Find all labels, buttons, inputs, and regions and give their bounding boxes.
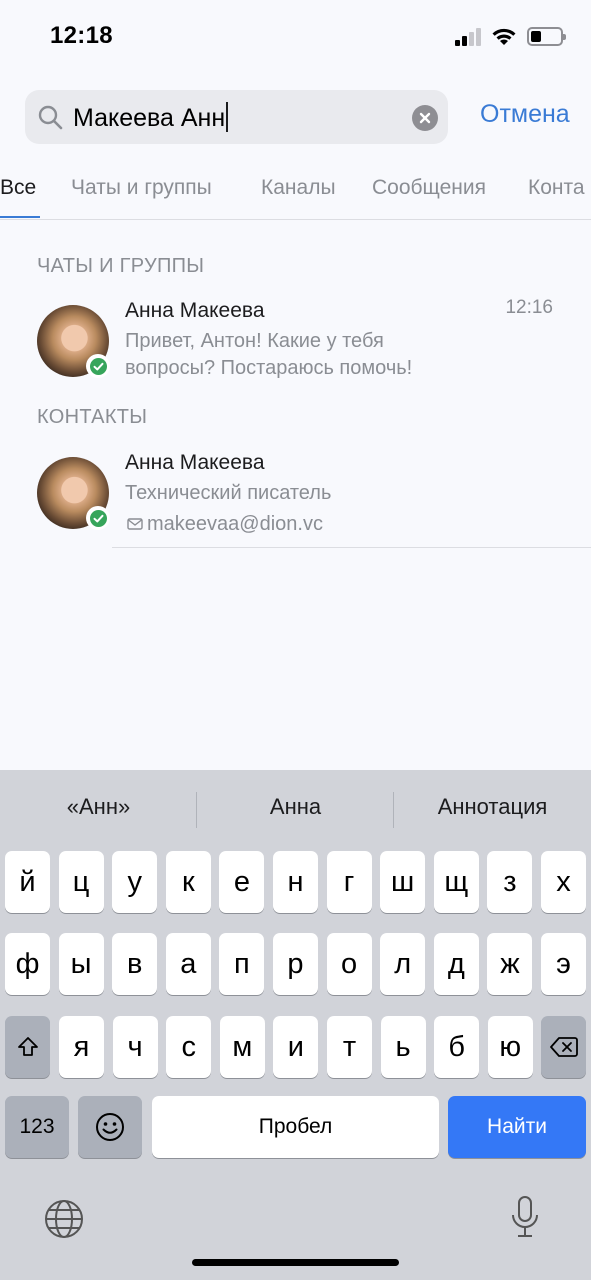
letter-key[interactable]: в (112, 933, 158, 995)
active-tab-indicator (0, 216, 40, 218)
search-field[interactable]: Макеева Анн (25, 90, 448, 144)
clear-search-icon[interactable] (412, 105, 438, 131)
search-query: Макеева Анн (73, 104, 226, 132)
section-title-contacts: КОНТАКТЫ (37, 406, 148, 428)
suggestion-2[interactable]: Анна (197, 794, 394, 820)
divider (112, 547, 591, 548)
letter-key[interactable]: р (273, 933, 318, 995)
letter-key[interactable]: щ (433, 851, 479, 913)
letter-key[interactable]: п (219, 933, 265, 995)
letter-key[interactable]: т (327, 1016, 372, 1078)
status-icons (455, 26, 566, 46)
avatar (37, 457, 110, 530)
letter-key[interactable]: а (165, 933, 211, 995)
letter-key[interactable]: э (541, 933, 586, 995)
home-indicator (192, 1259, 399, 1266)
letter-key[interactable]: е (219, 851, 265, 913)
letter-key[interactable]: ь (380, 1016, 426, 1078)
letter-key[interactable]: ш (380, 851, 426, 913)
numbers-key[interactable]: 123 (5, 1096, 69, 1158)
cellular-signal-icon (455, 26, 481, 46)
section-title-chats: ЧАТЫ И ГРУППЫ (37, 255, 205, 277)
letter-key[interactable]: ф (5, 933, 50, 995)
contact-name: Анна Макеева (125, 451, 265, 474)
letter-key[interactable]: н (273, 851, 318, 913)
space-key[interactable]: Пробел (152, 1096, 439, 1158)
battery-icon (527, 26, 566, 46)
letter-key[interactable]: д (433, 933, 479, 995)
letter-key[interactable]: и (273, 1016, 319, 1078)
letter-key[interactable]: з (487, 851, 533, 913)
contact-result-item[interactable]: Анна Макеева Технический писатель makeev… (0, 447, 591, 548)
chat-message-line-2: вопросы? Постараюсь помочь! (125, 357, 413, 379)
letter-key[interactable]: ы (58, 933, 104, 995)
letter-key[interactable]: к (165, 851, 211, 913)
letter-key[interactable]: я (59, 1016, 104, 1078)
keyboard: «Анн» Анна Аннотация йцукенгшщзх фывапро… (0, 770, 591, 1280)
tab-all[interactable]: Все (0, 176, 36, 200)
email-icon (127, 518, 143, 530)
tab-chats-groups[interactable]: Чаты и группы (71, 176, 212, 200)
online-status-icon (86, 354, 110, 378)
letter-key[interactable]: й (5, 851, 50, 913)
avatar (37, 305, 110, 378)
chat-name: Анна Макеева (125, 299, 265, 322)
chat-result-item[interactable]: Анна Макеева 12:16 Привет, Антон! Какие … (0, 295, 591, 390)
letter-key[interactable]: б (434, 1016, 480, 1078)
letter-key[interactable]: л (380, 933, 426, 995)
globe-icon[interactable] (43, 1198, 85, 1240)
contact-position: Технический писатель (125, 482, 332, 504)
search-tabs: Все Чаты и группы Каналы Сообщения Конта (0, 170, 591, 220)
chat-message-line-1: Привет, Антон! Какие у тебя (125, 330, 384, 352)
shift-key[interactable] (5, 1016, 50, 1078)
letter-key[interactable]: х (541, 851, 586, 913)
backspace-key[interactable] (541, 1016, 586, 1078)
chat-time: 12:16 (505, 297, 553, 318)
tab-channels[interactable]: Каналы (261, 176, 336, 200)
status-time: 12:18 (50, 22, 113, 49)
suggestion-bar: «Анн» Анна Аннотация (0, 770, 591, 848)
suggestion-3[interactable]: Аннотация (394, 794, 591, 820)
letter-key[interactable]: с (166, 1016, 212, 1078)
status-bar: 12:18 (0, 0, 591, 76)
search-input[interactable]: Макеева Анн (73, 90, 229, 144)
letter-key[interactable]: ц (58, 851, 104, 913)
microphone-icon[interactable] (508, 1194, 542, 1240)
tab-contacts[interactable]: Конта (528, 176, 585, 200)
letter-key[interactable]: м (219, 1016, 265, 1078)
wifi-icon (492, 28, 516, 45)
suggestion-1[interactable]: «Анн» (0, 794, 197, 820)
letter-key[interactable]: у (112, 851, 158, 913)
tab-messages[interactable]: Сообщения (372, 176, 486, 200)
letter-key[interactable]: г (326, 851, 372, 913)
contact-email: makeevaa@dion.vc (147, 513, 323, 535)
letter-key[interactable]: ю (487, 1016, 533, 1078)
text-caret (226, 102, 229, 133)
search-icon (38, 105, 63, 130)
search-go-key[interactable]: Найти (448, 1096, 586, 1158)
letter-key[interactable]: ж (487, 933, 533, 995)
letter-key[interactable]: ч (112, 1016, 158, 1078)
letter-key[interactable]: о (326, 933, 372, 995)
online-status-icon (86, 506, 110, 530)
emoji-key[interactable] (78, 1096, 142, 1158)
cancel-button[interactable]: Отмена (480, 100, 570, 129)
